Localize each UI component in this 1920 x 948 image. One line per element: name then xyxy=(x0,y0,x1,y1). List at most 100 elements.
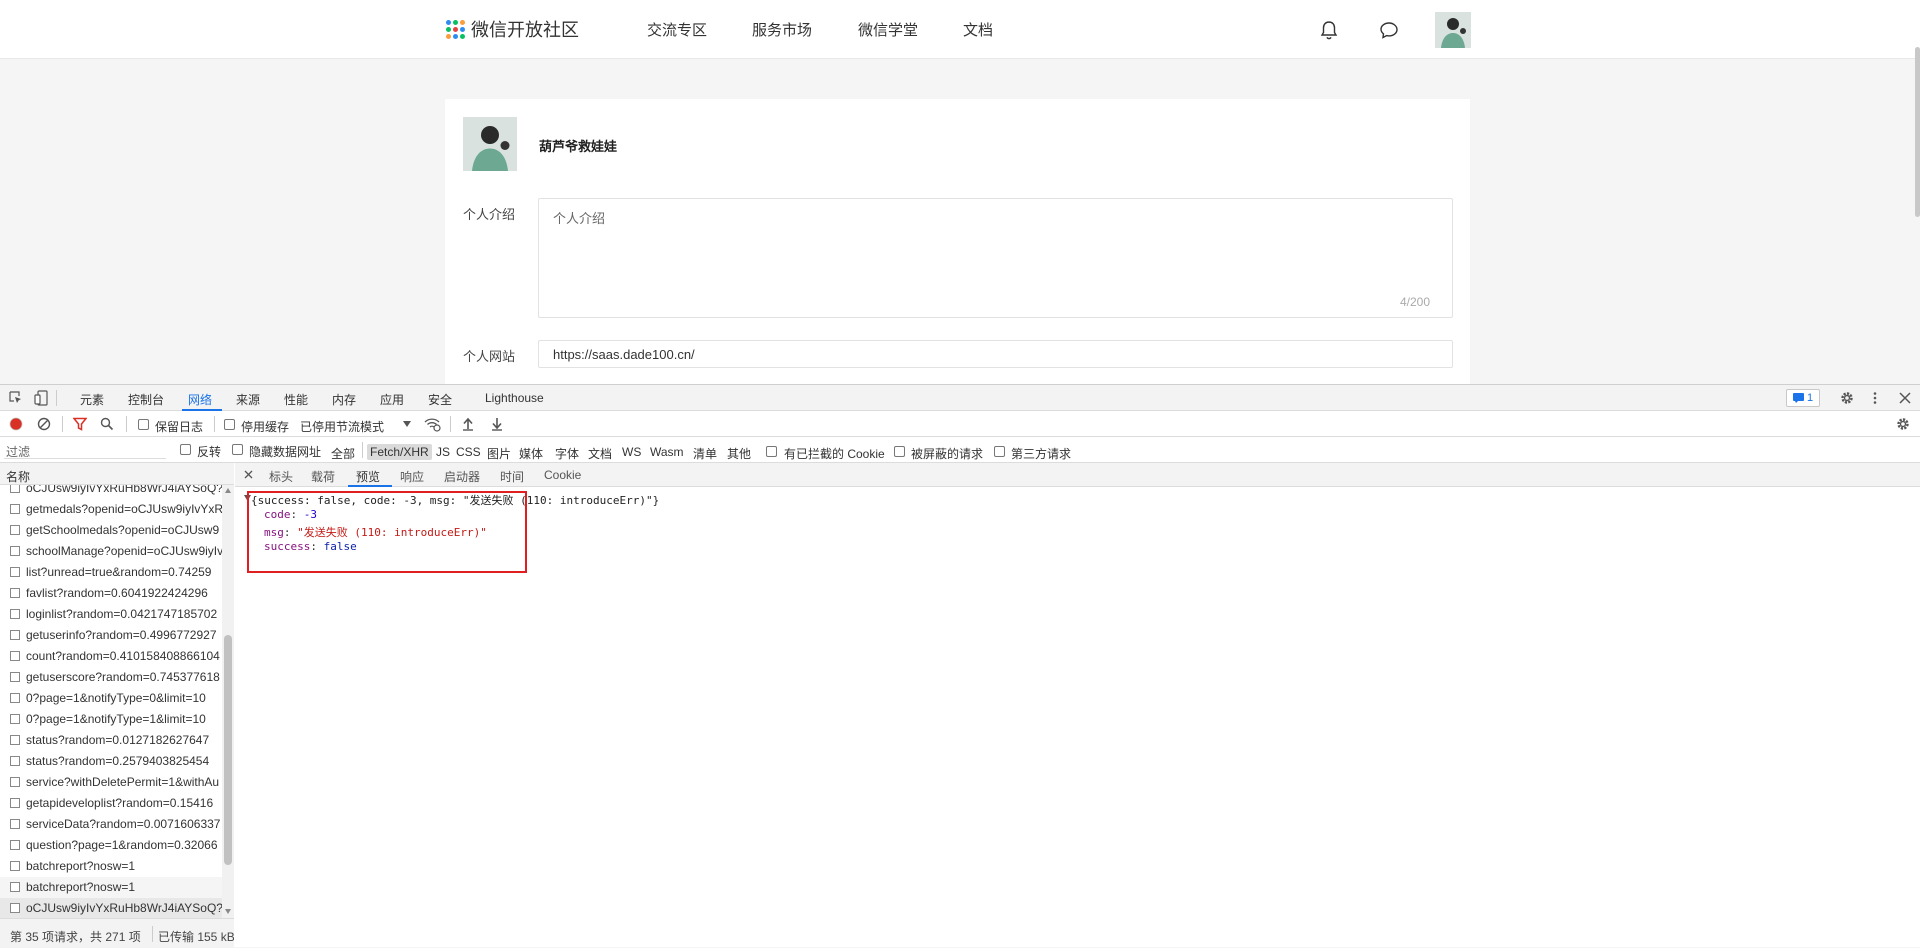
request-row[interactable]: loginlist?random=0.0421747185702 xyxy=(0,604,222,625)
throttle-select[interactable]: 已停用节流模式 xyxy=(300,418,384,435)
request-row[interactable]: schoolManage?openid=oCJUsw9iyIv xyxy=(0,541,222,562)
tab-console[interactable]: 控制台 xyxy=(128,391,164,408)
name-column-header[interactable]: 名称 xyxy=(6,468,30,485)
inspect-element-icon[interactable] xyxy=(9,391,23,405)
import-har-icon[interactable] xyxy=(462,417,474,431)
type-filter-manifest[interactable]: 清单 xyxy=(693,445,717,462)
record-icon[interactable] xyxy=(9,417,23,431)
tab-sources[interactable]: 来源 xyxy=(236,391,260,408)
tab-application[interactable]: 应用 xyxy=(380,391,404,408)
request-row[interactable]: batchreport?nosw=1 xyxy=(0,877,222,898)
type-filter-css[interactable]: CSS xyxy=(456,445,481,459)
request-row[interactable]: getapideveloplist?random=0.15416 xyxy=(0,793,222,814)
blocked-requests-checkbox[interactable] xyxy=(894,446,905,457)
detail-tab-response[interactable]: 响应 xyxy=(400,468,424,485)
type-filter-doc[interactable]: 文档 xyxy=(588,445,612,462)
filter-icon[interactable] xyxy=(73,417,87,431)
scroll-up-icon[interactable] xyxy=(225,488,231,493)
scroll-down-icon[interactable] xyxy=(225,909,231,914)
blocked-cookies-checkbox[interactable] xyxy=(766,446,777,457)
chevron-down-icon[interactable] xyxy=(403,421,411,427)
search-icon[interactable] xyxy=(100,417,114,431)
tab-security[interactable]: 安全 xyxy=(428,391,452,408)
type-filter-media[interactable]: 媒体 xyxy=(519,445,543,462)
type-filter-other[interactable]: 其他 xyxy=(727,445,751,462)
request-row[interactable]: 0?page=1&notifyType=0&limit=10 xyxy=(0,688,222,709)
issues-count: 1 xyxy=(1806,392,1814,404)
request-row[interactable]: oCJUsw9iyIvYxRuHb8WrJ4iAYSoQ?ra xyxy=(0,485,222,499)
invert-checkbox[interactable] xyxy=(180,444,191,455)
nav-market[interactable]: 服务市场 xyxy=(752,19,812,40)
more-vertical-icon[interactable] xyxy=(1868,391,1882,405)
user-avatar[interactable] xyxy=(1435,12,1471,48)
chat-bubble-icon[interactable] xyxy=(1378,19,1400,41)
type-filter-ws[interactable]: WS xyxy=(622,445,641,459)
disable-cache-checkbox[interactable] xyxy=(224,419,235,430)
tab-lighthouse[interactable]: Lighthouse xyxy=(485,391,544,405)
request-row[interactable]: list?unread=true&random=0.74259 xyxy=(0,562,222,583)
type-filter-js[interactable]: JS xyxy=(436,445,450,459)
issues-badge[interactable]: 1 xyxy=(1786,389,1820,407)
bell-icon[interactable] xyxy=(1318,19,1340,41)
nav-docs[interactable]: 文档 xyxy=(963,19,993,40)
detail-tab-timing[interactable]: 时间 xyxy=(500,468,524,485)
request-name: 0?page=1&notifyType=1&limit=10 xyxy=(26,712,206,726)
request-row[interactable]: count?random=0.410158408866104 xyxy=(0,646,222,667)
request-row[interactable]: status?random=0.0127182627647 xyxy=(0,730,222,751)
export-har-icon[interactable] xyxy=(491,417,503,431)
request-type-icon xyxy=(10,735,20,745)
network-conditions-icon[interactable] xyxy=(424,416,441,432)
close-icon[interactable] xyxy=(1899,392,1911,404)
request-row[interactable]: getuserinfo?random=0.4996772927 xyxy=(0,625,222,646)
request-row[interactable]: batchreport?nosw=1 xyxy=(0,856,222,877)
request-row[interactable]: oCJUsw9iyIvYxRuHb8WrJ4iAYSoQ?ra xyxy=(0,898,222,918)
request-type-icon xyxy=(10,630,20,640)
request-list-scrollbar[interactable] xyxy=(222,485,234,918)
network-settings-gear-icon[interactable] xyxy=(1896,417,1910,431)
intro-textarea[interactable]: 个人介绍 4/200 xyxy=(538,198,1453,318)
type-filter-wasm[interactable]: Wasm xyxy=(650,445,684,459)
type-filter-img[interactable]: 图片 xyxy=(487,445,511,462)
hide-data-urls-checkbox[interactable] xyxy=(232,444,243,455)
logo-dot xyxy=(460,26,465,32)
request-row[interactable]: serviceData?random=0.0071606337 xyxy=(0,814,222,835)
gear-icon[interactable] xyxy=(1840,391,1854,405)
request-name: status?random=0.2579403825454 xyxy=(26,754,210,768)
page-scrollbar[interactable] xyxy=(1915,47,1920,217)
type-filter-font[interactable]: 字体 xyxy=(555,445,579,462)
detail-tab-payload[interactable]: 载荷 xyxy=(311,468,335,485)
third-party-label: 第三方请求 xyxy=(1011,447,1072,461)
request-row[interactable]: getmedals?openid=oCJUsw9iyIvYxR xyxy=(0,499,222,520)
request-row[interactable]: getSchoolmedals?openid=oCJUsw9 xyxy=(0,520,222,541)
request-row[interactable]: getuserscore?random=0.745377618 xyxy=(0,667,222,688)
tab-performance[interactable]: 性能 xyxy=(284,391,308,408)
detail-tab-preview[interactable]: 预览 xyxy=(356,468,380,485)
request-row[interactable]: favlist?random=0.6041922424296 xyxy=(0,583,222,604)
site-logo[interactable]: 微信开放社区 xyxy=(446,17,579,41)
profile-avatar[interactable] xyxy=(463,117,517,171)
detail-tab-headers[interactable]: 标头 xyxy=(269,468,293,485)
detail-tab-cookies[interactable]: Cookie xyxy=(544,468,581,482)
preserve-log-checkbox[interactable] xyxy=(138,419,149,430)
nav-community[interactable]: 交流专区 xyxy=(647,19,707,40)
tab-elements[interactable]: 元素 xyxy=(80,391,104,408)
scrollbar-thumb[interactable] xyxy=(224,635,232,865)
type-filter-all[interactable]: 全部 xyxy=(331,445,355,462)
request-list-header: 名称 xyxy=(0,463,234,485)
nav-school[interactable]: 微信学堂 xyxy=(858,19,918,40)
tab-network[interactable]: 网络 xyxy=(188,391,212,408)
detail-tab-initiator[interactable]: 启动器 xyxy=(444,468,480,485)
tab-memory[interactable]: 内存 xyxy=(332,391,356,408)
close-detail-icon[interactable] xyxy=(244,470,253,479)
logo-dot xyxy=(460,33,465,39)
request-row[interactable]: 0?page=1&notifyType=1&limit=10 xyxy=(0,709,222,730)
clear-icon[interactable] xyxy=(37,417,51,431)
filter-input[interactable]: 过滤 xyxy=(4,440,166,459)
device-toolbar-icon[interactable] xyxy=(34,390,48,406)
third-party-checkbox[interactable] xyxy=(994,446,1005,457)
request-row[interactable]: question?page=1&random=0.32066 xyxy=(0,835,222,856)
request-row[interactable]: status?random=0.2579403825454 xyxy=(0,751,222,772)
website-input[interactable]: https://saas.dade100.cn/ xyxy=(538,340,1453,368)
request-row[interactable]: service?withDeletePermit=1&withAu xyxy=(0,772,222,793)
type-filter-xhr[interactable]: Fetch/XHR xyxy=(367,444,432,460)
